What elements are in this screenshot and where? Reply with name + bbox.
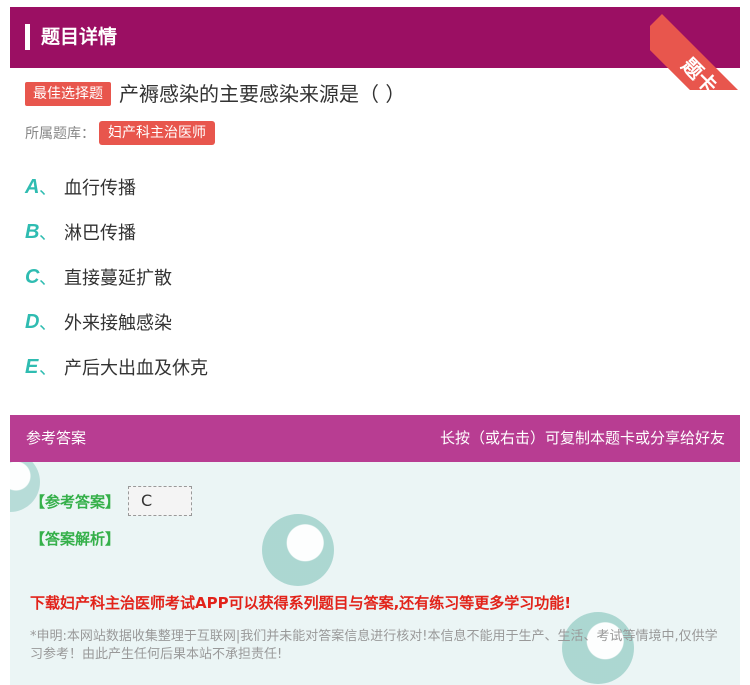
option-separator: 、 (39, 358, 57, 379)
header-accent-bar (25, 24, 30, 50)
option-letter: B (25, 220, 40, 243)
option-letter: E (25, 355, 39, 378)
option-separator: 、 (39, 268, 57, 289)
option-e[interactable]: E 、 产后大出血及休克 (25, 352, 725, 382)
option-separator: 、 (39, 313, 57, 334)
option-separator: 、 (39, 223, 57, 244)
library-link[interactable]: 妇产科主治医师 (99, 121, 215, 145)
option-text: 直接蔓延扩散 (64, 268, 172, 289)
question-row: 最佳选择题 产褥感染的主要感染来源是（ ） (25, 80, 405, 108)
page-title: 题目详情 (41, 26, 118, 48)
answer-tag: 【参考答案】 (30, 492, 121, 511)
option-text: 产后大出血及休克 (64, 358, 208, 379)
question-text: 产褥感染的主要感染来源是（ ） (119, 82, 406, 106)
option-letter: A (25, 175, 40, 198)
option-letter: C (25, 265, 40, 288)
download-app-promo[interactable]: 下载妇产科主治医师考试APP可以获得系列题目与答案,还有练习等更多学习功能! (30, 592, 571, 613)
question-type-badge: 最佳选择题 (25, 82, 111, 106)
option-text: 淋巴传播 (64, 223, 136, 244)
watermark-logo-icon (262, 514, 334, 586)
analysis-tag: 【答案解析】 (30, 530, 121, 548)
option-separator: 、 (39, 178, 57, 199)
option-letter: D (25, 310, 40, 333)
answer-body: 【参考答案】 C 【答案解析】 下载妇产科主治医师考试APP可以获得系列题目与答… (10, 462, 740, 685)
option-a[interactable]: A 、 血行传播 (25, 172, 725, 202)
option-list: A 、 血行传播 B 、 淋巴传播 C 、 直接蔓延扩散 D 、 外来接触感染 … (25, 172, 725, 397)
disclaimer-text: *申明:本网站数据收集整理于互联网|我们并未能对答案信息进行核对!本信息不能用于… (30, 629, 718, 662)
option-c[interactable]: C 、 直接蔓延扩散 (25, 262, 725, 292)
option-text: 外来接触感染 (64, 313, 172, 334)
library-row: 所属题库： 妇产科主治医师 (25, 120, 215, 146)
option-d[interactable]: D 、 外来接触感染 (25, 307, 725, 337)
library-label: 所属题库： (25, 126, 95, 142)
share-hint: 长按（或右击）可复制本题卡或分享给好友 (439, 429, 725, 447)
answer-header: 参考答案 长按（或右击）可复制本题卡或分享给好友 (10, 415, 740, 462)
answer-section-title: 参考答案 (26, 429, 87, 447)
answer-value: C (128, 486, 193, 516)
detail-header: 题目详情 (10, 7, 740, 68)
option-b[interactable]: B 、 淋巴传播 (25, 217, 725, 247)
option-text: 血行传播 (64, 178, 136, 199)
answer-row: 【参考答案】 C (30, 486, 193, 516)
